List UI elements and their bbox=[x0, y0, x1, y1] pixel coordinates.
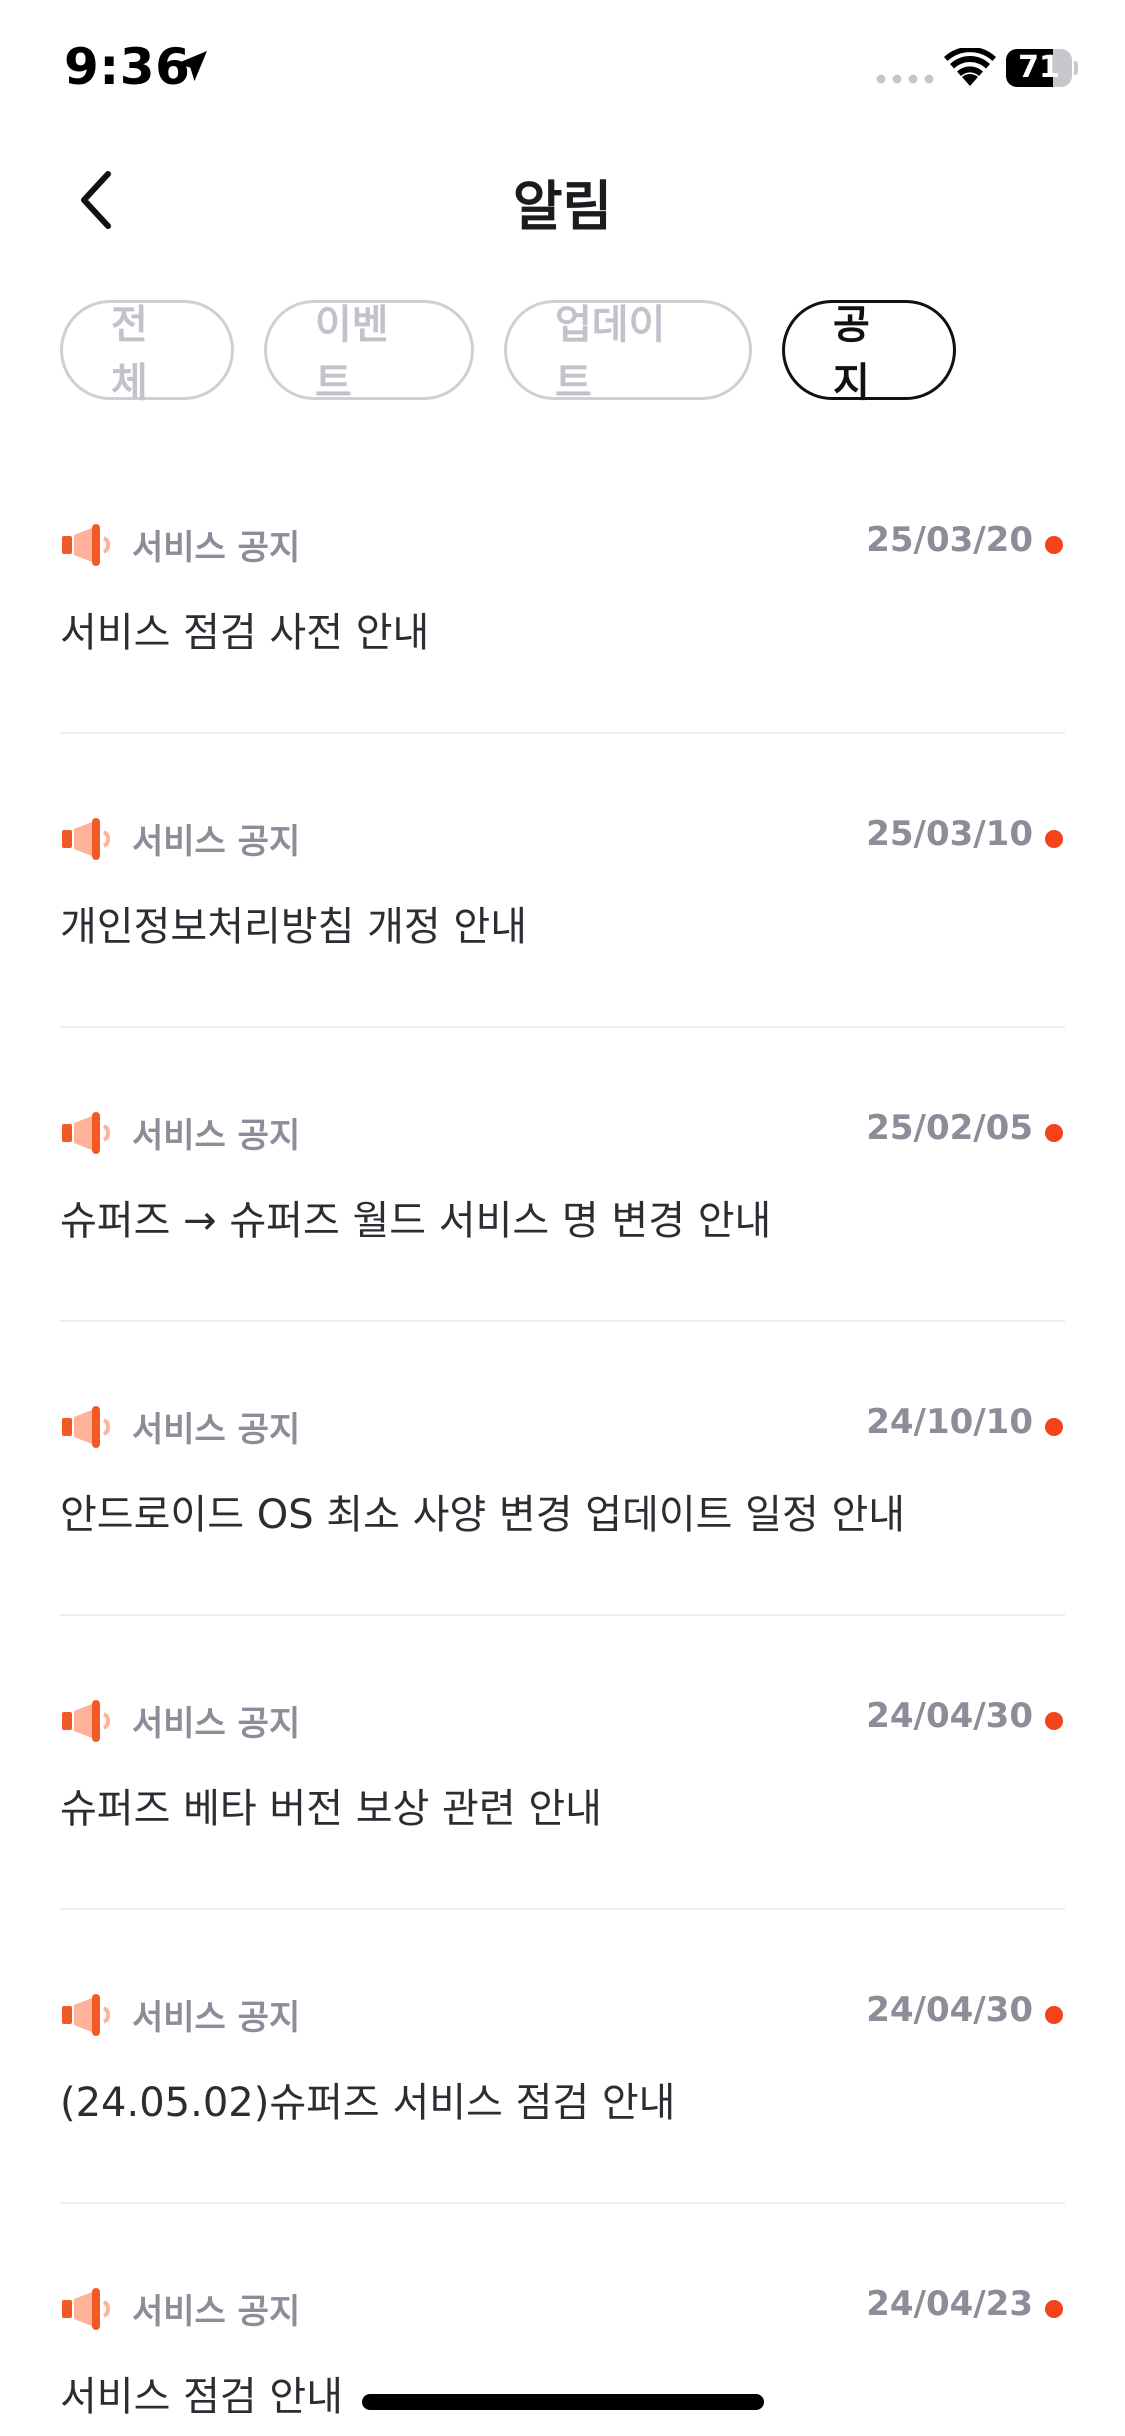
notice-category: 서비스 공지 bbox=[132, 822, 301, 862]
unread-dot bbox=[1045, 830, 1063, 848]
megaphone-icon bbox=[62, 818, 111, 860]
notice-date: 25/02/05 bbox=[866, 1108, 1033, 1148]
megaphone-icon bbox=[62, 1406, 111, 1448]
notice-category: 서비스 공지 bbox=[132, 1998, 301, 2038]
notice-title: 슈퍼즈 베타 버전 보상 관련 안내 bbox=[60, 1786, 602, 1832]
unread-dot bbox=[1045, 2300, 1063, 2318]
filter-chip-notice[interactable]: 공지 bbox=[782, 300, 956, 406]
unread-dot bbox=[1045, 536, 1063, 554]
page-title: 알림 bbox=[512, 175, 613, 238]
filter-chip-all[interactable]: 전체 bbox=[60, 300, 234, 406]
notice-item[interactable]: 서비스 공지 25/03/10 개인정보처리방침 개정 안내 bbox=[60, 734, 1065, 1028]
battery-indicator: 71 bbox=[1006, 49, 1078, 87]
notice-category: 서비스 공지 bbox=[132, 1704, 301, 1744]
megaphone-icon bbox=[62, 1700, 111, 1742]
notice-category: 서비스 공지 bbox=[132, 1410, 301, 1450]
notice-meta: 서비스 공지 25/03/20 bbox=[60, 516, 1065, 572]
megaphone-icon bbox=[62, 1112, 111, 1154]
megaphone-icon bbox=[62, 524, 111, 566]
unread-dot bbox=[1045, 1712, 1063, 1730]
notice-meta: 서비스 공지 24/04/30 bbox=[60, 1986, 1065, 2042]
notice-meta: 서비스 공지 25/02/05 bbox=[60, 1104, 1065, 1160]
notice-meta: 서비스 공지 24/10/10 bbox=[60, 1398, 1065, 1454]
notice-title: 서비스 점검 사전 안내 bbox=[60, 610, 430, 656]
filter-chip-event[interactable]: 이벤트 bbox=[264, 300, 474, 406]
notice-title: 개인정보처리방침 개정 안내 bbox=[60, 904, 528, 950]
location-arrow-icon bbox=[177, 51, 207, 81]
notice-title: 서비스 점검 안내 bbox=[60, 2374, 344, 2420]
unread-dot bbox=[1045, 1418, 1063, 1436]
notice-meta: 서비스 공지 25/03/10 bbox=[60, 810, 1065, 866]
unread-dot bbox=[1045, 2006, 1063, 2024]
notice-date: 25/03/10 bbox=[866, 814, 1033, 854]
notice-item[interactable]: 서비스 공지 24/04/30 슈퍼즈 베타 버전 보상 관련 안내 bbox=[60, 1616, 1065, 1910]
wifi-icon bbox=[944, 48, 996, 86]
megaphone-icon bbox=[62, 1994, 111, 2036]
notice-item[interactable]: 서비스 공지 25/02/05 슈퍼즈 → 슈퍼즈 월드 서비스 명 변경 안내 bbox=[60, 1028, 1065, 1322]
notice-date: 24/04/30 bbox=[866, 1696, 1033, 1736]
notice-meta: 서비스 공지 24/04/30 bbox=[60, 1692, 1065, 1748]
notice-category: 서비스 공지 bbox=[132, 528, 301, 568]
unread-dot bbox=[1045, 1124, 1063, 1142]
filter-chip-update[interactable]: 업데이트 bbox=[504, 300, 752, 406]
notice-item[interactable]: 서비스 공지 24/10/10 안드로이드 OS 최소 사양 변경 업데이트 일정 … bbox=[60, 1322, 1065, 1616]
notice-date: 25/03/20 bbox=[866, 520, 1033, 560]
notice-title: (24.05.02)슈퍼즈 서비스 점검 안내 bbox=[60, 2080, 676, 2126]
header: 알림 bbox=[0, 140, 1125, 260]
notice-title: 안드로이드 OS 최소 사양 변경 업데이트 일정 안내 bbox=[60, 1492, 906, 1538]
notice-category: 서비스 공지 bbox=[132, 1116, 301, 1156]
filter-tabs: 전체 이벤트 업데이트 공지 bbox=[60, 300, 956, 406]
notice-meta: 서비스 공지 24/04/23 bbox=[60, 2280, 1065, 2336]
notice-date: 24/10/10 bbox=[866, 1402, 1033, 1442]
cellular-signal-icon bbox=[876, 74, 934, 84]
battery-percent: 71 bbox=[1018, 50, 1060, 85]
megaphone-icon bbox=[62, 2288, 111, 2330]
status-bar: 9:36 71 bbox=[0, 0, 1125, 140]
notice-category: 서비스 공지 bbox=[132, 2292, 301, 2332]
notice-date: 24/04/30 bbox=[866, 1990, 1033, 2030]
home-indicator bbox=[362, 2394, 764, 2410]
notice-item[interactable]: 서비스 공지 25/03/20 서비스 점검 사전 안내 bbox=[60, 440, 1065, 734]
notice-item[interactable]: 서비스 공지 24/04/30 (24.05.02)슈퍼즈 서비스 점검 안내 bbox=[60, 1910, 1065, 2204]
notice-list: 서비스 공지 25/03/20 서비스 점검 사전 안내 서비스 공지 25/03/10… bbox=[60, 440, 1065, 2436]
notice-date: 24/04/23 bbox=[866, 2284, 1033, 2324]
notice-title: 슈퍼즈 → 슈퍼즈 월드 서비스 명 변경 안내 bbox=[60, 1198, 772, 1244]
